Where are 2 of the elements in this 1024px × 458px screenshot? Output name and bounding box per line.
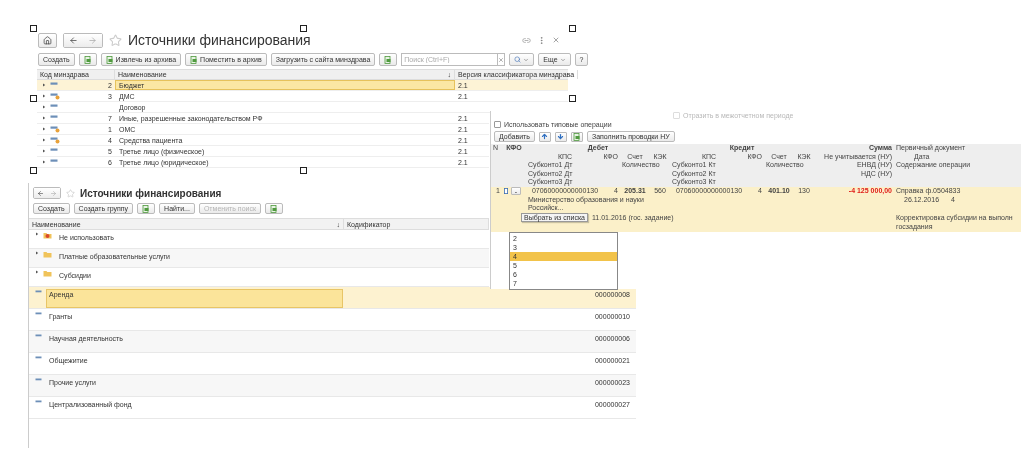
window-title: Источники финансирования (128, 32, 311, 48)
window-title: Источники финансирования (80, 187, 222, 199)
